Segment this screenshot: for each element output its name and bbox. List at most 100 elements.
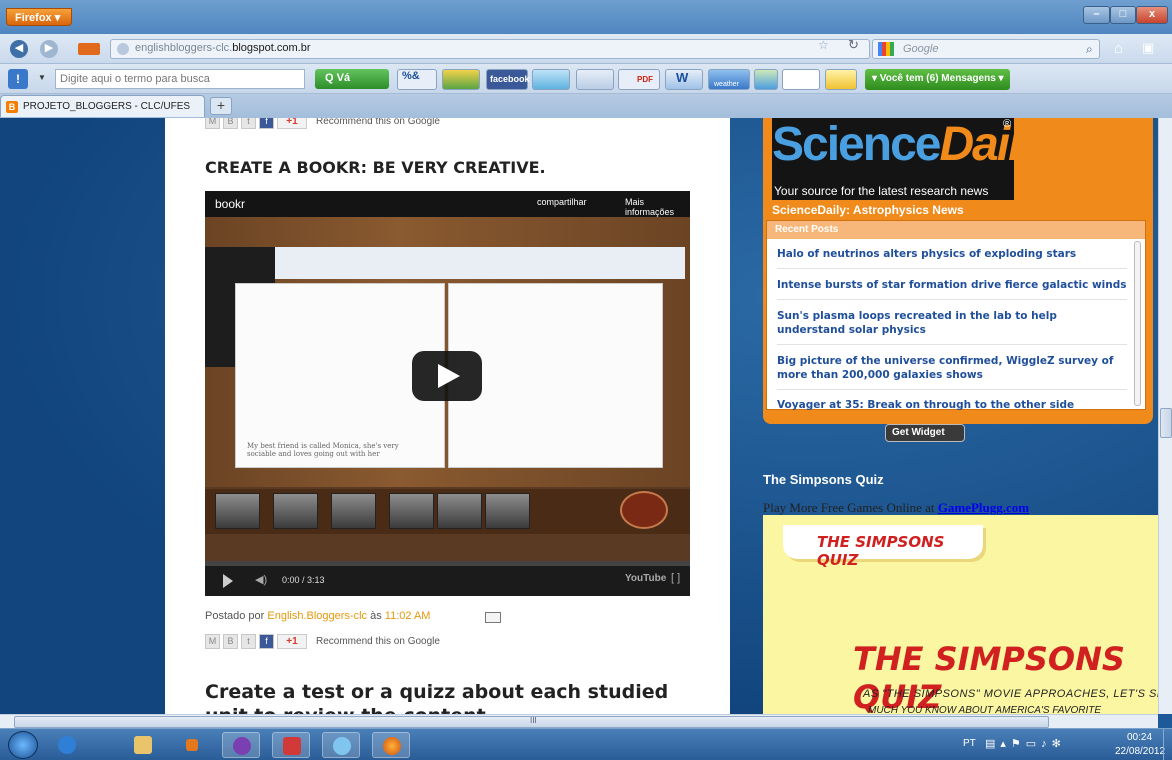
- gplus-button[interactable]: +1: [277, 634, 307, 649]
- close-button[interactable]: x: [1136, 6, 1168, 24]
- google-engine-icon[interactable]: [878, 42, 894, 56]
- horizontal-scrollbar[interactable]: III: [0, 714, 1158, 728]
- feed-title[interactable]: ScienceDaily: Astrophysics News: [772, 203, 964, 217]
- tab-strip: B PROJETO_BLOGGERS - CLC/UFES +: [0, 94, 1172, 118]
- alert-icon[interactable]: !: [8, 69, 28, 89]
- news-item[interactable]: Halo of neutrinos alters physics of expl…: [777, 247, 1127, 269]
- language-indicator[interactable]: PT: [963, 738, 976, 749]
- video-controls: ◀) 0:00 / 3:13 YouTube [ ]: [205, 566, 690, 596]
- video-browser-bar: [270, 247, 685, 279]
- sciencedaily-logo[interactable]: ScienceDaily: [772, 118, 1046, 174]
- gameplugg-link[interactable]: GamePlugg.com: [938, 500, 1029, 515]
- news-item[interactable]: Intense bursts of star formation drive f…: [777, 278, 1127, 300]
- post-title[interactable]: CREATE A BOOKR: BE VERY CREATIVE.: [205, 158, 546, 177]
- youtube-logo[interactable]: YouTube: [625, 573, 666, 584]
- quiz-heading: The Simpsons Quiz: [763, 472, 884, 487]
- vertical-scroll-thumb[interactable]: [1160, 408, 1172, 438]
- ie-icon: [58, 736, 76, 754]
- site-identity-icon[interactable]: [117, 43, 129, 55]
- bookmarks-menu-icon[interactable]: ▣: [1142, 40, 1154, 56]
- taskbar-messenger[interactable]: [322, 732, 360, 758]
- maximize-button[interactable]: □: [1110, 6, 1136, 24]
- blog-share-icon[interactable]: B: [223, 634, 238, 649]
- taskbar-outlook[interactable]: [172, 732, 210, 758]
- calendar-icon[interactable]: [782, 69, 820, 90]
- k-icon: [283, 737, 301, 755]
- simpsons-quiz-game[interactable]: THE SIMPSONS QUIZ THE SIMPSONS QUIZ AS "…: [763, 515, 1158, 714]
- thumbnail: [331, 493, 376, 529]
- volume-icon[interactable]: ◀): [255, 573, 267, 586]
- windows-taskbar: PT ▤▴⚑▭♪✻ 00:24 22/08/2012: [0, 728, 1172, 760]
- email-share-icon[interactable]: M: [205, 118, 220, 129]
- twitter-share-icon[interactable]: t: [241, 118, 256, 129]
- email-post-icon[interactable]: [485, 612, 501, 623]
- taskbar-ie[interactable]: [48, 732, 86, 758]
- taskbar-explorer[interactable]: [124, 732, 162, 758]
- taskbar-k-app[interactable]: [272, 732, 310, 758]
- search-go-icon[interactable]: ⌕: [1086, 42, 1093, 57]
- start-button[interactable]: [8, 731, 38, 759]
- post-time-link[interactable]: 11:02 AM: [385, 610, 431, 622]
- reload-icon[interactable]: ↻: [848, 37, 859, 53]
- horizontal-scroll-thumb[interactable]: III: [14, 716, 1049, 728]
- recent-posts-scrollbar[interactable]: [1134, 241, 1141, 406]
- show-desktop-button[interactable]: [1163, 729, 1172, 760]
- toolbar-search-button[interactable]: Q Vá: [315, 69, 389, 89]
- youtube-video[interactable]: bookr compartilhar Mais informações My b…: [205, 191, 690, 596]
- twitter-share-icon[interactable]: t: [241, 634, 256, 649]
- system-tray-icons[interactable]: ▤▴⚑▭♪✻: [985, 737, 1066, 750]
- back-button[interactable]: ◀: [10, 40, 28, 58]
- clock-time[interactable]: 00:24: [1127, 732, 1152, 743]
- wikipedia-icon[interactable]: W: [665, 69, 703, 90]
- grid-icon[interactable]: [754, 69, 778, 90]
- get-widget-button[interactable]: Get Widget: [885, 424, 965, 442]
- clock-date[interactable]: 22/08/2012: [1115, 746, 1165, 757]
- tab-projeto-bloggers[interactable]: B PROJETO_BLOGGERS - CLC/UFES: [0, 95, 205, 117]
- firefox-menu-button[interactable]: Firefox ▾: [6, 8, 72, 26]
- gplus-button[interactable]: +1: [277, 118, 307, 129]
- chevron-down-icon[interactable]: ▼: [38, 73, 46, 82]
- pdf-button[interactable]: PDF: [618, 69, 660, 90]
- weather-button[interactable]: weather: [708, 69, 750, 90]
- messages-button[interactable]: ▾ Você tem (6) Mensagens ▾: [865, 69, 1010, 90]
- facebook-share-icon[interactable]: f: [259, 118, 274, 129]
- facebook-share-icon[interactable]: f: [259, 634, 274, 649]
- play-icon[interactable]: [412, 351, 482, 401]
- video-play-icon[interactable]: [223, 574, 233, 588]
- discount-icon[interactable]: %&: [397, 69, 437, 90]
- video-more-info-button[interactable]: Mais informações: [625, 197, 690, 217]
- toolbar-search-input[interactable]: Digite aqui o termo para busca: [55, 69, 305, 89]
- video-share-button[interactable]: compartilhar: [537, 197, 587, 207]
- minimize-button[interactable]: –: [1083, 6, 1110, 24]
- news-item[interactable]: Big picture of the universe confirmed, W…: [777, 354, 1127, 390]
- more-games-prefix: Play More Free Games Online at: [763, 500, 935, 515]
- taskbar-firefox[interactable]: [372, 732, 410, 758]
- facebook-button[interactable]: facebook: [486, 69, 530, 90]
- twitter-icon[interactable]: [532, 69, 570, 90]
- search-bar[interactable]: Google: [872, 39, 1100, 59]
- video-title[interactable]: bookr: [215, 197, 245, 211]
- new-tab-button[interactable]: +: [210, 97, 232, 115]
- email-share-icon[interactable]: M: [205, 634, 220, 649]
- address-bar[interactable]: englishbloggers-clc.blogspot.com.br: [110, 39, 870, 59]
- bookmark-star-icon[interactable]: ☆: [818, 38, 829, 52]
- fullscreen-icon[interactable]: [ ]: [671, 572, 680, 584]
- post-title[interactable]: Create a test or a quizz about each stud…: [205, 680, 705, 714]
- video-header: bookr compartilhar Mais informações: [205, 191, 690, 217]
- blog-share-icon[interactable]: B: [223, 118, 238, 129]
- bookmark-feed-icon[interactable]: [78, 43, 100, 55]
- weather-sun-icon[interactable]: [825, 69, 857, 90]
- news-item[interactable]: Voyager at 35: Break on through to the o…: [777, 398, 1127, 419]
- sciencedaily-tagline: Your source for the latest research news: [772, 184, 1014, 200]
- author-link[interactable]: English.Bloggers-clc: [267, 610, 367, 622]
- recent-posts-panel: Recent Posts Halo of neutrinos alters ph…: [766, 220, 1146, 411]
- games-icon[interactable]: [442, 69, 480, 90]
- forward-button[interactable]: ▶: [40, 40, 58, 58]
- screen-icon[interactable]: [576, 69, 614, 90]
- vertical-scrollbar[interactable]: [1158, 118, 1172, 714]
- thumbnail: [273, 493, 318, 529]
- folder-icon: [134, 736, 152, 754]
- news-item[interactable]: Sun's plasma loops recreated in the lab …: [777, 309, 1127, 345]
- taskbar-swirl-app[interactable]: [222, 732, 260, 758]
- home-icon[interactable]: ⌂: [1114, 40, 1123, 57]
